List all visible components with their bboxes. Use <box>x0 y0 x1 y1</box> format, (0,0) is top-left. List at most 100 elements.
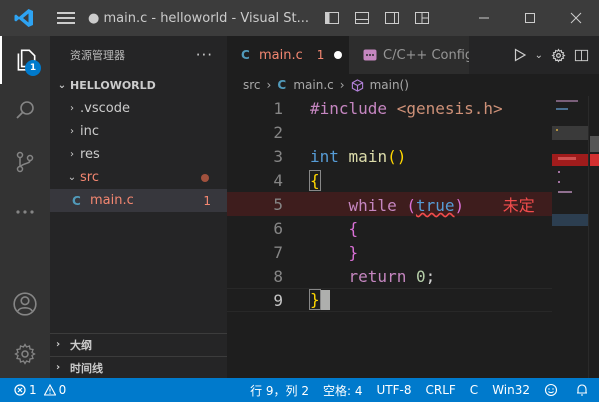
toggle-sidebar-icon[interactable] <box>320 6 344 30</box>
sidebar-header: 资源管理器 ··· <box>50 36 227 74</box>
toggle-panel-icon[interactable] <box>350 6 374 30</box>
search-icon[interactable] <box>0 86 50 134</box>
number-literal: 0 <box>415 266 426 286</box>
outline-section[interactable]: › 大纲 <box>50 333 227 355</box>
breadcrumb-folder[interactable]: src <box>243 78 261 92</box>
customize-layout-icon[interactable] <box>410 6 434 30</box>
chevron-right-icon: › <box>56 339 61 350</box>
tree-item-main-c[interactable]: C main.c 1 <box>50 189 227 212</box>
line-number: 9 <box>273 290 283 310</box>
close-button[interactable] <box>553 0 599 36</box>
language-mode[interactable]: C <box>463 382 485 399</box>
line-number: 4 <box>273 170 283 190</box>
toggle-secondary-sidebar-icon[interactable] <box>380 6 404 30</box>
code-line: 4 { <box>227 168 552 192</box>
explorer-badge: 1 <box>25 60 41 76</box>
chevron-down-icon[interactable]: ⌄ <box>535 50 543 61</box>
explorer-icon[interactable]: 1 <box>0 36 50 84</box>
c-file-icon: C <box>72 193 81 208</box>
brace: { <box>309 169 321 191</box>
code-editor[interactable]: 1 #include <genesis.h> 2 3 int main() 4 … <box>227 96 552 378</box>
tab-main-c[interactable]: C main.c 1 <box>227 36 349 74</box>
code-line: 8 return 0; <box>227 264 552 288</box>
chevron-right-icon: › <box>266 78 272 92</box>
line-number: 5 <box>273 194 283 214</box>
vscode-logo-icon <box>0 0 48 36</box>
tab-cpp-config[interactable]: C/C++ Configu <box>349 36 469 74</box>
sidebar-more-button[interactable]: ··· <box>196 46 213 64</box>
tree-item-label: .vscode <box>80 101 130 116</box>
code-line: 3 int main() <box>227 144 552 168</box>
bell-icon[interactable] <box>568 382 599 399</box>
brace: { <box>348 218 359 238</box>
error-token[interactable]: true <box>416 196 455 215</box>
settings-gear-icon[interactable] <box>0 330 50 378</box>
sidebar-title: 资源管理器 <box>70 49 125 62</box>
paren: ( <box>406 196 416 215</box>
code-line: 7 } <box>227 240 552 264</box>
tree-item-inc[interactable]: › inc <box>50 120 227 143</box>
function-name: main <box>348 146 388 166</box>
code-line-current: 9 } <box>227 288 552 312</box>
account-icon[interactable] <box>0 280 50 328</box>
problems-indicator[interactable]: 1 0 <box>0 383 73 397</box>
control-keyword: return <box>348 266 407 286</box>
platform-config[interactable]: Win32 <box>485 382 537 399</box>
chevron-right-icon: › <box>70 103 74 114</box>
window-title: ● main.c - helloworld - Visual St... <box>88 10 310 26</box>
indentation[interactable]: 空格: 4 <box>316 382 370 399</box>
breadcrumb: src › C main.c › main() <box>227 74 599 96</box>
type-keyword: int <box>310 146 339 166</box>
tree-item-src[interactable]: ⌄ src <box>50 166 227 189</box>
tab-label: C/C++ Configu <box>383 47 469 63</box>
semicolon: ; <box>425 266 436 286</box>
maximize-button[interactable] <box>507 0 553 36</box>
chevron-right-icon: › <box>56 362 61 373</box>
editor-actions: ⌄ <box>512 36 599 74</box>
settings-file-icon <box>363 49 377 61</box>
status-bar: 1 0 行 9，列 2 空格: 4 UTF-8 CRLF C Win32 <box>0 378 599 402</box>
control-keyword: while <box>348 196 397 215</box>
end-of-line[interactable]: CRLF <box>418 382 462 399</box>
breadcrumb-symbol[interactable]: main() <box>370 78 409 92</box>
editor-scrollbar[interactable] <box>588 96 599 378</box>
gear-icon[interactable] <box>551 47 566 63</box>
more-views-icon[interactable] <box>0 188 50 236</box>
encoding[interactable]: UTF-8 <box>370 382 419 399</box>
source-control-icon[interactable] <box>0 138 50 186</box>
line-number: 6 <box>273 218 283 238</box>
explorer-sidebar: 资源管理器 ··· ⌄ HELLOWORLD › .vscode › inc ›… <box>50 36 227 378</box>
brace: } <box>348 242 359 262</box>
c-file-icon: C <box>277 78 287 92</box>
cursor-position[interactable]: 行 9，列 2 <box>243 382 316 399</box>
tree-item-label: inc <box>80 124 99 139</box>
code-line: 2 <box>227 120 552 144</box>
chevron-down-icon: ⌄ <box>67 172 77 183</box>
code-line: 1 #include <genesis.h> <box>227 96 552 120</box>
menu-icon[interactable] <box>48 0 84 36</box>
line-number: 8 <box>273 266 283 286</box>
tree-item-vscode[interactable]: › .vscode <box>50 97 227 120</box>
feedback-icon[interactable] <box>537 382 568 399</box>
line-number: 1 <box>273 98 283 118</box>
error-count: 1 <box>29 383 37 397</box>
run-icon[interactable] <box>513 48 527 62</box>
minimap[interactable] <box>552 96 588 378</box>
tree-item-res[interactable]: › res <box>50 143 227 166</box>
line-number: 2 <box>273 122 283 142</box>
breadcrumb-file[interactable]: main.c <box>293 78 333 92</box>
tree-item-label: res <box>80 147 100 162</box>
split-editor-icon[interactable] <box>574 48 589 63</box>
timeline-section[interactable]: › 时间线 <box>50 356 227 378</box>
chevron-right-icon: › <box>339 78 345 92</box>
editor-tabs: C main.c 1 C/C++ Configu ⌄ <box>227 36 599 74</box>
minimize-button[interactable] <box>461 0 507 36</box>
line-number: 7 <box>273 242 283 262</box>
preprocessor-keyword: #include <box>310 98 388 118</box>
unsaved-dot-icon[interactable] <box>334 51 343 59</box>
tab-label: main.c <box>259 47 303 63</box>
code-line: 6 { <box>227 216 552 240</box>
tab-problem-count: 1 <box>316 48 325 62</box>
chevron-down-icon: ⌄ <box>57 80 67 91</box>
workspace-root[interactable]: ⌄ HELLOWORLD <box>50 74 227 97</box>
